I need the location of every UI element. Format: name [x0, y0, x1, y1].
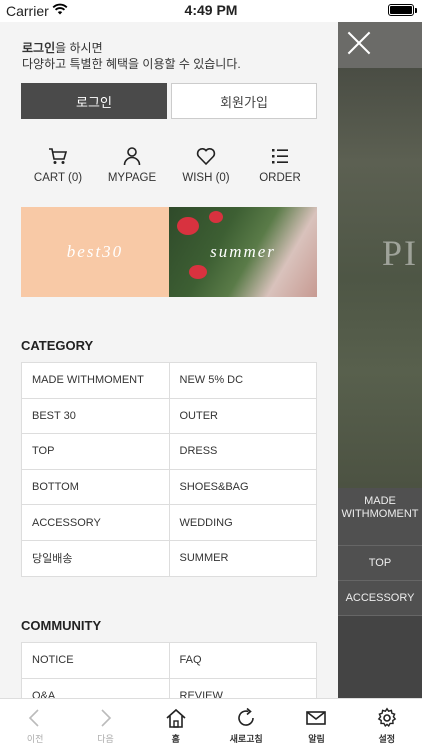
community-item[interactable]: NOTICE [22, 643, 170, 679]
list-icon [272, 149, 288, 164]
back-label: 이전 [26, 734, 44, 744]
notification-button[interactable]: 알림 [281, 699, 351, 750]
category-item[interactable]: MADE WITHMOMENT [22, 363, 170, 399]
settings-button[interactable]: 설정 [352, 699, 422, 750]
background-page[interactable]: PI MADE WITHMOMENT TOP ACCESSORY [338, 22, 422, 698]
home-icon [166, 708, 186, 728]
order-link[interactable]: ORDER [243, 146, 317, 190]
clock: 4:49 PM [184, 2, 238, 18]
background-menu-item[interactable]: ACCESSORY [338, 581, 422, 616]
background-menu: MADE WITHMOMENT TOP ACCESSORY [338, 488, 422, 616]
cart-label: CART (0) [33, 172, 83, 184]
community-item[interactable]: FAQ [169, 643, 317, 679]
category-item[interactable]: SHOES&BAG [169, 469, 317, 506]
category-grid: MADE WITHMOMENT NEW 5% DC BEST 30 OUTER … [21, 362, 317, 577]
category-item[interactable]: DRESS [169, 434, 317, 470]
category-title: CATEGORY [21, 338, 94, 353]
category-item[interactable]: TOP [22, 434, 170, 470]
category-item[interactable]: ACCESSORY [22, 505, 170, 541]
category-item[interactable]: BOTTOM [22, 469, 170, 506]
background-menu-item[interactable]: TOP [338, 546, 422, 581]
login-prompt: 로그인을 하시면 다양하고 특별한 혜택을 이용할 수 있습니다. [22, 40, 241, 72]
settings-label: 설정 [378, 734, 396, 744]
login-prompt-rest: 을 하시면 [55, 41, 103, 55]
wish-link[interactable]: WISH (0) [169, 146, 243, 190]
login-prompt-line2: 다양하고 특별한 혜택을 이용할 수 있습니다. [22, 57, 241, 71]
login-prompt-bold: 로그인 [22, 41, 56, 55]
best30-banner[interactable]: best30 [21, 207, 169, 297]
home-label: 홈 [171, 734, 180, 744]
category-item[interactable]: OUTER [169, 398, 317, 435]
category-item[interactable]: NEW 5% DC [169, 363, 317, 399]
side-drawer: 로그인을 하시면 다양하고 특별한 혜택을 이용할 수 있습니다. 로그인 회원… [0, 22, 338, 698]
back-button[interactable]: 이전 [0, 699, 70, 750]
heart-icon [196, 148, 216, 166]
cart-icon [49, 148, 68, 164]
wish-label: WISH (0) [182, 172, 230, 184]
category-item[interactable]: WEDDING [169, 505, 317, 541]
home-button[interactable]: 홈 [141, 699, 211, 750]
status-bar: Carrier 4:49 PM [0, 0, 422, 22]
back-arrow-icon [29, 709, 39, 727]
community-item[interactable]: REVIEW [170, 678, 317, 698]
mypage-link[interactable]: MYPAGE [95, 146, 169, 190]
forward-arrow-icon [101, 709, 112, 727]
refresh-label: 새로고침 [229, 734, 263, 744]
person-icon [123, 147, 141, 166]
summer-banner[interactable]: summer [169, 207, 317, 297]
category-item[interactable]: 당일배송 [22, 540, 170, 577]
close-icon[interactable] [346, 30, 372, 56]
refresh-icon [238, 707, 254, 726]
order-label: ORDER [259, 172, 301, 184]
cart-link[interactable]: CART (0) [21, 146, 95, 190]
category-item[interactable]: SUMMER [169, 540, 317, 577]
community-title: COMMUNITY [21, 618, 102, 633]
notification-label: 알림 [308, 734, 325, 744]
best30-banner-text: best30 [66, 242, 124, 261]
forward-button[interactable]: 다음 [70, 699, 140, 750]
login-button[interactable]: 로그인 [21, 83, 167, 119]
mypage-label: MYPAGE [107, 172, 157, 184]
mail-icon [306, 711, 327, 725]
summer-banner-text: summer [210, 242, 276, 261]
join-button[interactable]: 회원가입 [171, 83, 317, 119]
gear-icon [377, 707, 397, 727]
community-grid: NOTICE FAQ Q&A REVIEW [21, 642, 317, 698]
community-item[interactable]: Q&A [22, 678, 170, 698]
refresh-button[interactable]: 새로고침 [211, 699, 281, 750]
flower-decoration [209, 211, 223, 223]
hero-text: PI [382, 233, 419, 273]
forward-label: 다음 [97, 734, 114, 744]
flower-decoration [189, 265, 207, 279]
battery-icon [388, 4, 417, 16]
background-menu-item[interactable]: MADE WITHMOMENT [338, 488, 422, 546]
flower-decoration [177, 217, 199, 235]
quick-links: CART (0) MYPAGE WISH (0) ORDER [21, 146, 317, 190]
category-item[interactable]: BEST 30 [22, 398, 170, 435]
bottom-toolbar: 이전 다음 홈 새로고침 알림 설정 [0, 698, 422, 750]
